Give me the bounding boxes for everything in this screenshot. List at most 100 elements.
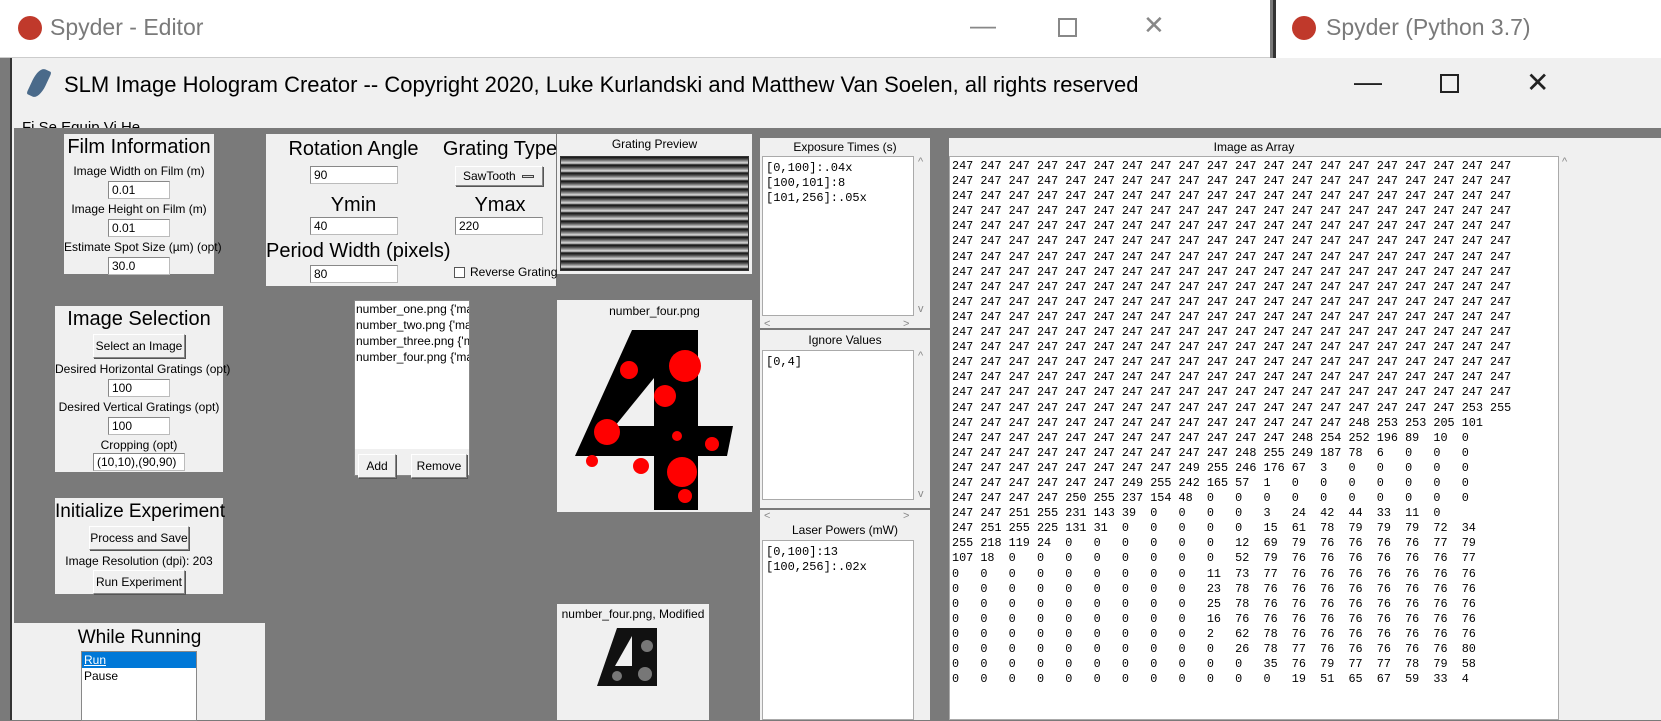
scroll-down-icon[interactable]: v (918, 303, 924, 315)
minimize-icon[interactable]: — (1354, 66, 1382, 98)
minimize-icon[interactable]: — (970, 10, 996, 41)
list-item[interactable]: number_one.png {'ma: (355, 301, 469, 317)
spot-size-input[interactable]: 30.0 (108, 257, 170, 275)
array-row: 247 247 247 247 247 247 247 247 247 247 … (952, 309, 1512, 324)
feather-icon (26, 66, 52, 100)
python-window-title: Spyder (Python 3.7) (1326, 14, 1531, 40)
height-input[interactable]: 0.01 (108, 219, 170, 237)
array-row: 247 247 247 247 247 247 247 247 247 247 … (952, 445, 1469, 460)
image-preview-title: number_four.png (609, 304, 700, 318)
scroll-left-icon[interactable]: < (764, 510, 770, 522)
scroll-left-icon[interactable]: < (764, 318, 770, 330)
period-width-label: Period Width (pixels) (266, 240, 451, 262)
scroll-down-icon[interactable]: v (918, 488, 924, 500)
dropdown-indicator-icon (522, 175, 534, 178)
ymin-label: Ymin (330, 194, 377, 216)
text-line: [0,100]:.04x (766, 161, 853, 175)
horiz-gratings-input[interactable]: 100 (108, 379, 170, 397)
scroll-up-icon[interactable]: ^ (1562, 156, 1567, 168)
grating-type-dropdown[interactable]: SawTooth (455, 166, 543, 186)
list-item[interactable]: number_four.png {'ma (355, 349, 469, 365)
rotation-angle-input[interactable]: 90 (310, 166, 398, 184)
array-row: 247 251 255 225 131 31 0 0 0 0 0 15 61 7… (952, 521, 1476, 536)
init-experiment-title: Initialize Experiment (55, 501, 226, 522)
grating-type-value: SawTooth (463, 169, 516, 183)
init-experiment-panel: Initialize Experiment Process and Save I… (55, 498, 226, 594)
select-image-button[interactable]: Select an Image (93, 334, 185, 358)
editor-window-titlebar[interactable]: Spyder - Editor — ✕ (0, 0, 1270, 58)
remove-button[interactable]: Remove (411, 454, 467, 478)
close-icon[interactable]: ✕ (1143, 10, 1165, 41)
cropping-input[interactable]: (10,10),(90,90) (93, 453, 185, 471)
array-row: 255 218 119 24 0 0 0 0 0 0 12 69 79 76 7… (952, 536, 1476, 551)
array-row: 247 247 247 247 247 247 247 247 247 247 … (952, 385, 1512, 400)
array-row: 247 247 247 247 247 247 247 247 247 247 … (952, 430, 1469, 445)
period-width-input[interactable]: 80 (310, 265, 398, 283)
array-row: 247 247 247 247 247 247 247 247 247 247 … (952, 400, 1512, 415)
exposure-times-text[interactable]: [0,100]:.04x [100,101]:8 [101,256]:.05x (762, 156, 914, 316)
list-item-pause[interactable]: Pause (82, 668, 196, 684)
array-row: 247 247 247 247 247 247 247 247 247 247 … (952, 219, 1512, 234)
array-row: 107 18 0 0 0 0 0 0 0 0 52 79 76 76 76 76… (952, 551, 1476, 566)
modified-preview-panel: number_four.png, Modified (557, 604, 709, 720)
process-save-button[interactable]: Process and Save (89, 526, 189, 550)
close-icon[interactable]: ✕ (1526, 66, 1549, 99)
spyder-logo-icon (18, 16, 42, 40)
list-item[interactable]: number_two.png {'ma: (355, 317, 469, 333)
image-array-title: Image as Array (1213, 140, 1295, 154)
ymin-input[interactable]: 40 (310, 217, 398, 235)
laser-powers-text[interactable]: [0,100]:13 [100,256]:.02x (762, 540, 914, 720)
run-experiment-button[interactable]: Run Experiment (93, 570, 185, 594)
image-listbox[interactable]: number_one.png {'ma: number_two.png {'ma… (355, 301, 469, 449)
image-array-text[interactable]: 247 247 247 247 247 247 247 247 247 247 … (949, 156, 1559, 720)
scroll-right-icon[interactable]: > (903, 318, 909, 330)
image-selection-panel: Image Selection Select an Image Desired … (55, 306, 231, 472)
text-line: [0,4] (766, 355, 803, 369)
array-row: 247 247 247 247 247 247 247 247 247 247 … (952, 189, 1512, 204)
ignore-values-text[interactable]: [0,4] (762, 350, 914, 500)
maximize-icon[interactable] (1440, 74, 1459, 93)
vert-gratings-input[interactable]: 100 (108, 417, 170, 435)
while-running-title: While Running (77, 627, 202, 648)
modified-preview-graphic (597, 628, 657, 686)
horiz-gratings-label: Desired Horizontal Gratings (opt) (55, 362, 231, 376)
grating-preview-title: Grating Preview (611, 137, 698, 151)
list-item-run[interactable]: Run (82, 652, 196, 668)
menubar[interactable]: Fi Se Equip Vi He (22, 118, 140, 128)
scroll-up-icon[interactable]: ^ (918, 350, 923, 362)
ignore-values-panel: Ignore Values [0,4] ^ v (760, 330, 930, 508)
array-scrollbar[interactable]: ^ (1559, 156, 1573, 720)
image-selection-title: Image Selection (67, 308, 211, 330)
editor-window-title: Spyder - Editor (50, 14, 204, 40)
reverse-grating-label: Reverse Grating (470, 265, 558, 279)
array-row: 247 247 247 247 247 247 247 247 247 247 … (952, 249, 1512, 264)
add-button[interactable]: Add (358, 454, 396, 478)
array-row: 247 247 251 255 231 143 39 0 0 0 0 3 24 … (952, 506, 1441, 521)
array-row: 247 247 247 247 247 247 247 247 247 247 … (952, 174, 1512, 189)
exposure-times-panel: Exposure Times (s) [0,100]:.04x [100,101]… (760, 138, 930, 330)
ymax-label: Ymax (474, 194, 526, 216)
maximize-icon[interactable] (1058, 18, 1077, 37)
run-state-listbox[interactable]: Run Pause (81, 651, 197, 721)
grating-preview-panel: Grating Preview (557, 134, 752, 274)
image-array-panel: Image as Array 247 247 247 247 247 247 2… (949, 138, 1661, 720)
window-title: SLM Image Hologram Creator -- Copyright … (64, 72, 1139, 97)
python-window-titlebar[interactable]: Spyder (Python 3.7) (1273, 0, 1661, 58)
film-info-panel: Film Information Image Width on Film (m)… (64, 134, 222, 275)
reverse-grating-checkbox[interactable] (454, 267, 465, 278)
vert-gratings-label: Desired Vertical Gratings (opt) (58, 400, 220, 414)
list-item[interactable]: number_three.png {'m (355, 333, 469, 349)
while-running-panel: While Running Run Pause (14, 623, 265, 721)
ymax-input[interactable]: 220 (455, 217, 543, 235)
array-row: 0 0 0 0 0 0 0 0 0 0 0 0 19 51 65 67 59 3… (952, 672, 1469, 687)
width-label: Image Width on Film (m) (73, 164, 205, 178)
scroll-up-icon[interactable]: ^ (918, 156, 923, 168)
app-canvas: Film Information Image Width on Film (m)… (14, 128, 1661, 721)
grating-preview-image (560, 156, 749, 271)
ignore-values-title: Ignore Values (808, 333, 882, 347)
scroll-right-icon[interactable]: > (903, 510, 909, 522)
width-input[interactable]: 0.01 (108, 181, 170, 199)
array-row: 247 247 247 247 247 247 247 247 249 255 … (952, 460, 1469, 475)
spot-size-label: Estimate Spot Size (µm) (opt) (64, 240, 222, 254)
array-row: 0 0 0 0 0 0 0 0 0 16 76 76 76 76 76 76 7… (952, 611, 1476, 626)
